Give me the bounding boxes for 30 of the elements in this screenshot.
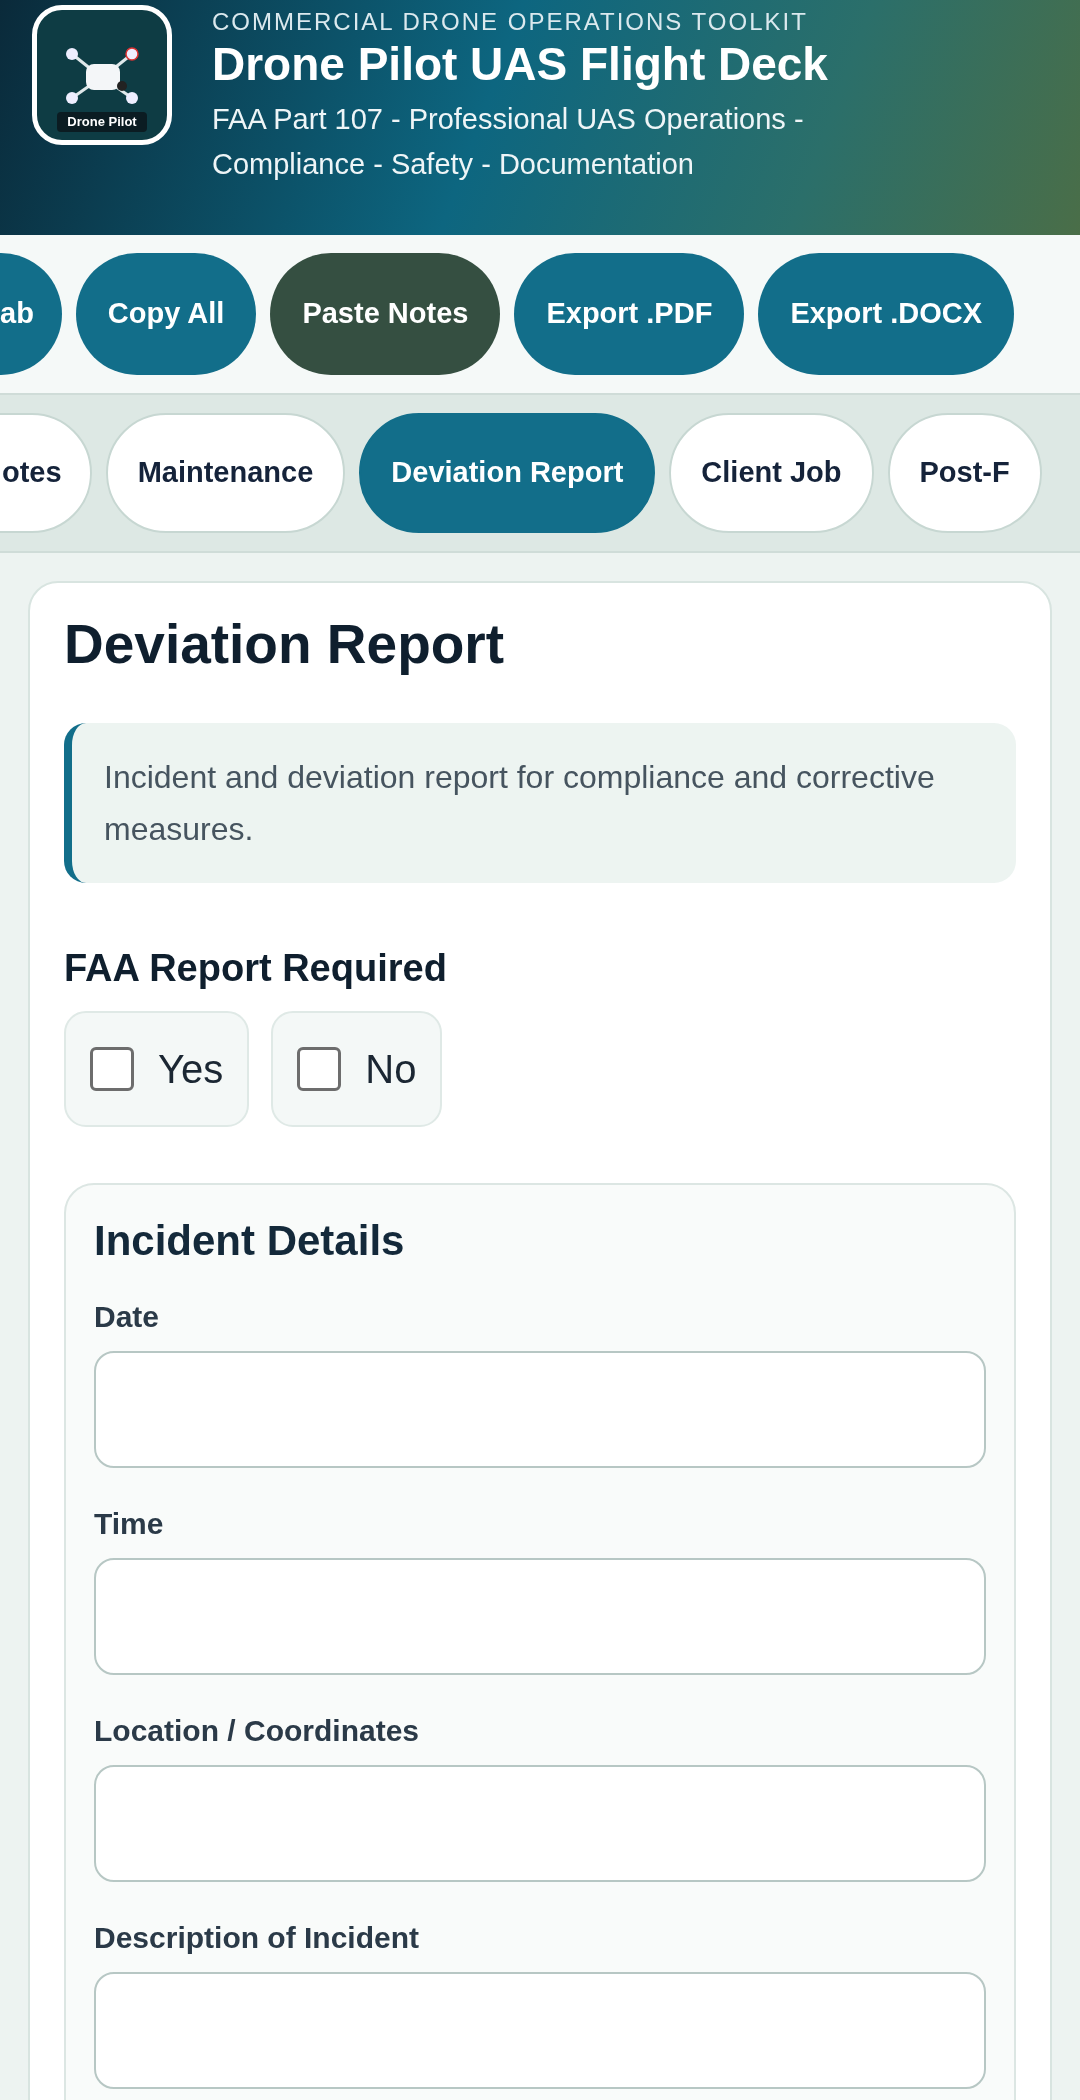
field-label: Date: [94, 1299, 161, 1335]
tab[interactable]: Deviation Report: [359, 413, 656, 533]
action-button[interactable]: Export .DOCX: [758, 253, 1015, 375]
section-title: Incident Details: [94, 1216, 406, 1266]
input-field[interactable]: [94, 1972, 986, 2089]
info-text: Incident and deviation report for compliance and corrective measures.: [104, 758, 936, 849]
action-button[interactable]: Export .PDF: [514, 253, 745, 375]
action-button[interactable]: ab: [0, 253, 62, 375]
checkbox[interactable]: [90, 1047, 134, 1091]
checkbox-option[interactable]: Yes: [64, 1011, 250, 1127]
tab[interactable]: otes: [0, 413, 92, 533]
card-title: Deviation Report: [64, 612, 506, 677]
action-button[interactable]: Paste Notes: [270, 253, 501, 375]
field-label: Description of Incident: [94, 1920, 421, 1956]
input-field[interactable]: [94, 1351, 986, 1468]
app-title: Drone Pilot UAS Flight Deck: [212, 37, 829, 91]
field-label: Time: [94, 1506, 165, 1542]
input-field[interactable]: [94, 1765, 986, 1882]
checkbox[interactable]: [297, 1047, 342, 1091]
tab[interactable]: Post-F: [887, 413, 1042, 533]
tab[interactable]: Maintenance: [105, 413, 346, 533]
header-kicker: COMMERCIAL DRONE OPERATIONS TOOLKIT: [212, 7, 809, 37]
input-field[interactable]: [94, 1558, 986, 1675]
field-label: Location / Coordinates: [94, 1713, 421, 1749]
logo-text: Drone Pilot: [57, 111, 147, 132]
action-button[interactable]: Copy All: [75, 253, 257, 375]
tab[interactable]: Client Job: [669, 413, 874, 533]
checkbox-option[interactable]: No: [271, 1011, 443, 1127]
field-label: FAA Report Required: [64, 946, 448, 991]
header-subtitle: FAA Part 107 - Professional UAS Operations - Compliance - Safety - Documentation: [212, 102, 805, 182]
